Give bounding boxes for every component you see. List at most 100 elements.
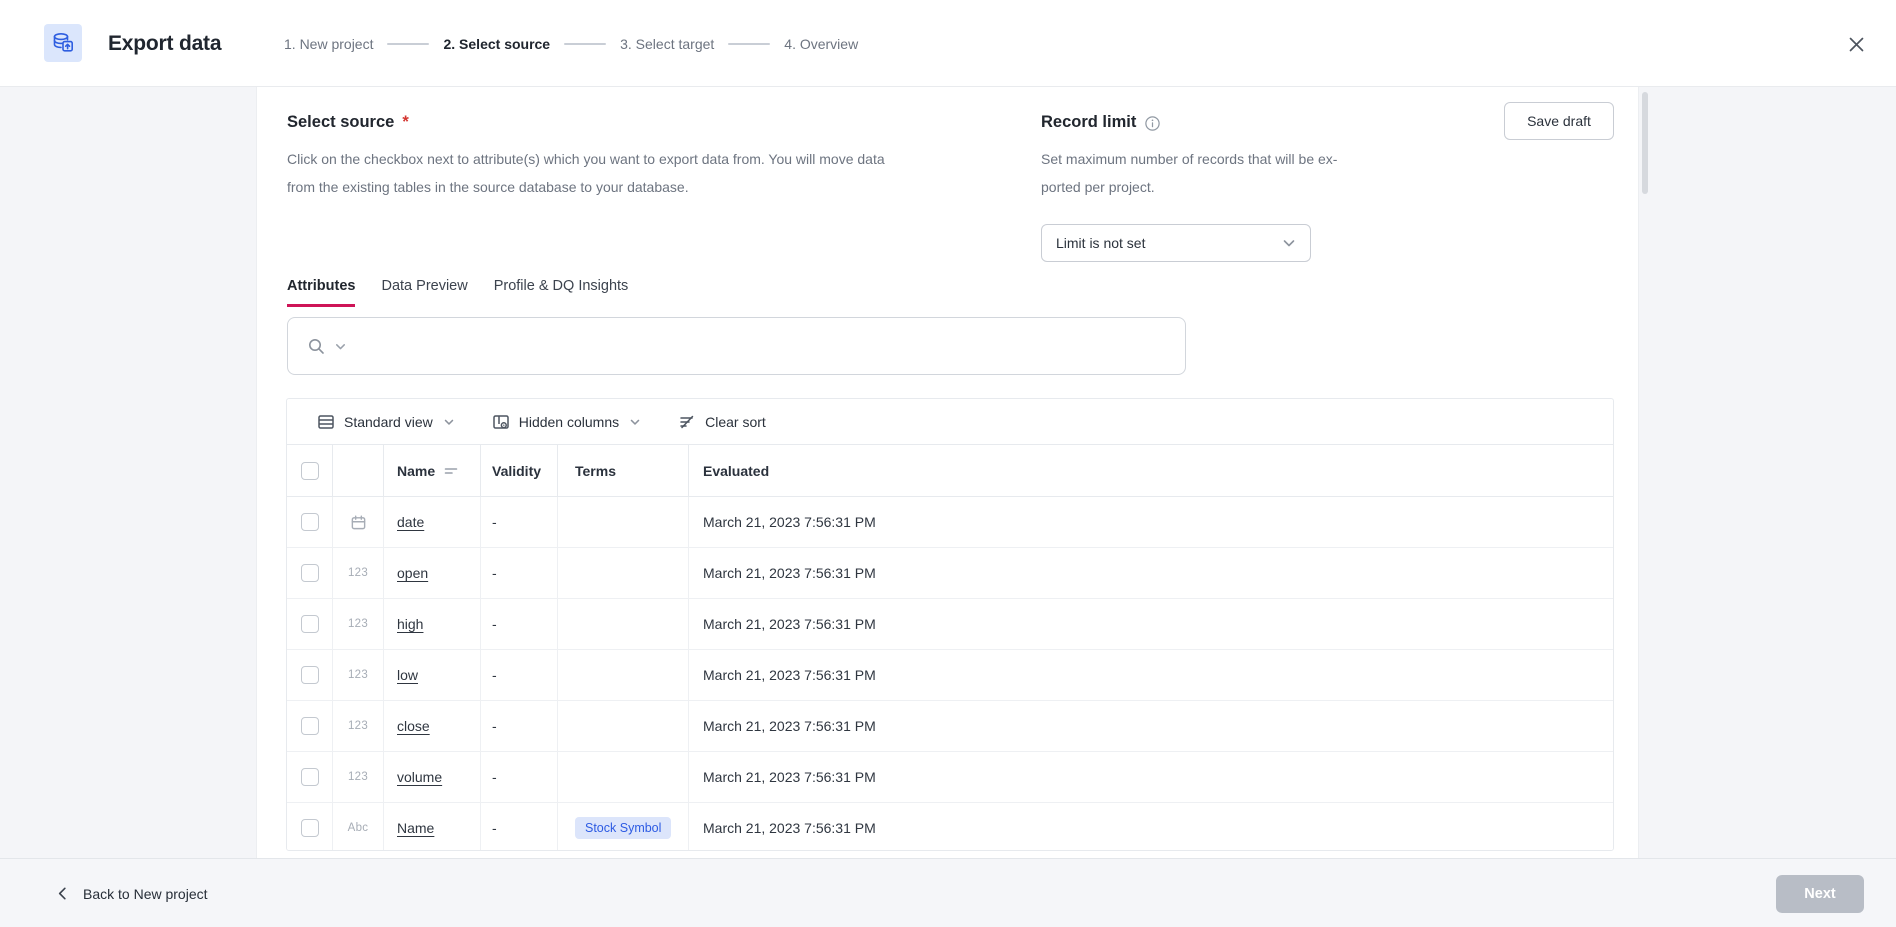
type-label: 123 <box>348 720 368 732</box>
select-source-description: Click on the checkbox next to attribute(… <box>287 145 885 201</box>
validity-cell: - <box>481 803 558 851</box>
main-panel: Select source * Click on the checkbox ne… <box>256 87 1639 858</box>
table-row: date - March 21, 2023 7:56:31 PM <box>287 497 1613 548</box>
name-cell: Name <box>384 803 481 851</box>
row-checkbox[interactable] <box>301 615 319 633</box>
record-limit-description: Set maximum number of records that will … <box>1041 145 1337 201</box>
terms-cell <box>558 701 689 751</box>
evaluated-cell: March 21, 2023 7:56:31 PM <box>689 752 1613 802</box>
save-draft-button[interactable]: Save draft <box>1504 102 1614 140</box>
name-column-header[interactable]: Name <box>384 445 481 496</box>
type-cell: 123 <box>333 701 384 751</box>
step-select-source: 2. Select source <box>443 36 550 52</box>
table-toolbar: Standard view Hidden columns <box>287 399 1613 445</box>
scrollbar-thumb[interactable] <box>1642 92 1648 194</box>
select-source-title: Select source <box>287 113 394 132</box>
database-export-icon <box>44 24 82 62</box>
name-cell: close <box>384 701 481 751</box>
sort-icon[interactable] <box>444 465 458 477</box>
clear-sort-control[interactable]: Clear sort <box>678 413 766 431</box>
hidden-columns-icon <box>492 413 510 431</box>
name-cell: volume <box>384 752 481 802</box>
step-new-project: 1. New project <box>284 36 373 52</box>
row-checkbox[interactable] <box>301 564 319 582</box>
table-row: 123close-March 21, 2023 7:56:31 PM <box>287 701 1613 752</box>
attribute-name-link[interactable]: low <box>397 667 418 683</box>
term-badge[interactable]: Stock Symbol <box>575 817 671 839</box>
type-cell: 123 <box>333 548 384 598</box>
next-button[interactable]: Next <box>1776 875 1864 913</box>
select-all-checkbox[interactable] <box>301 462 319 480</box>
attribute-name-link[interactable]: Name <box>397 820 434 836</box>
clear-sort-icon <box>678 413 696 431</box>
type-cell: 123 <box>333 752 384 802</box>
chevron-down-icon[interactable] <box>333 339 348 354</box>
type-label: 123 <box>348 567 368 579</box>
chevron-down-icon <box>1280 234 1298 252</box>
view-selector[interactable]: Standard view <box>317 413 456 431</box>
back-link-label: Back to New project <box>83 886 208 902</box>
terms-column-header: Terms <box>558 445 689 496</box>
type-label: 123 <box>348 669 368 681</box>
select-source-heading: Select source * <box>287 113 409 132</box>
attribute-name-link[interactable]: high <box>397 616 423 632</box>
search-input[interactable] <box>360 338 1171 355</box>
row-checkbox[interactable] <box>301 819 319 837</box>
type-label: Abc <box>348 822 369 834</box>
record-limit-select[interactable]: Limit is not set <box>1041 224 1311 262</box>
table-header-row: Name Validity Terms Evaluated <box>287 445 1613 497</box>
validity-column-header: Validity <box>481 445 558 496</box>
tab-attributes[interactable]: Attributes <box>287 278 355 307</box>
validity-cell: - <box>481 599 558 649</box>
validity-cell: - <box>481 497 558 547</box>
select-all-cell <box>287 445 333 496</box>
terms-cell: Stock Symbol <box>558 803 689 851</box>
evaluated-cell: March 21, 2023 7:56:31 PM <box>689 803 1613 851</box>
step-overview: 4. Overview <box>784 36 858 52</box>
row-checkbox[interactable] <box>301 717 319 735</box>
info-icon[interactable] <box>1144 115 1161 132</box>
chevron-left-icon <box>55 886 70 901</box>
terms-cell <box>558 650 689 700</box>
row-checkbox[interactable] <box>301 666 319 684</box>
back-to-new-project-link[interactable]: Back to New project <box>55 859 208 927</box>
step-connector <box>728 43 770 45</box>
attribute-name-link[interactable]: open <box>397 565 428 581</box>
hidden-columns-control[interactable]: Hidden columns <box>492 413 642 431</box>
table-row: 123high-March 21, 2023 7:56:31 PM <box>287 599 1613 650</box>
row-checkbox[interactable] <box>301 768 319 786</box>
type-cell: Abc <box>333 803 384 851</box>
attribute-name-link[interactable]: volume <box>397 769 442 785</box>
chevron-down-icon <box>628 415 642 429</box>
type-cell <box>333 497 384 547</box>
name-cell: open <box>384 548 481 598</box>
table-row: 123open-March 21, 2023 7:56:31 PM <box>287 548 1613 599</box>
table-view-icon <box>317 413 335 431</box>
checkbox-cell <box>287 701 333 751</box>
table-body: date - March 21, 2023 7:56:31 PM 123 open - Ma… <box>287 497 1613 851</box>
checkbox-cell <box>287 650 333 700</box>
page-title: Export data <box>108 0 221 87</box>
type-label: 123 <box>348 618 368 630</box>
footer-bar: Back to New project Next <box>0 858 1896 927</box>
name-column-label: Name <box>397 463 435 479</box>
tab-data-preview[interactable]: Data Preview <box>381 278 467 307</box>
evaluated-cell: March 21, 2023 7:56:31 PM <box>689 497 1613 547</box>
table-row: 123volume-March 21, 2023 7:56:31 PM <box>287 752 1613 803</box>
close-icon[interactable] <box>1836 24 1876 64</box>
attribute-name-link[interactable]: date <box>397 514 424 530</box>
calendar-icon <box>350 514 367 531</box>
table-row: Abc Name -Stock Symbol March 21, 2023 7:56:… <box>287 803 1613 851</box>
attribute-name-link[interactable]: close <box>397 718 430 734</box>
checkbox-cell <box>287 548 333 598</box>
record-limit-heading: Record limit <box>1041 113 1161 132</box>
table-row: 123low-March 21, 2023 7:56:31 PM <box>287 650 1613 701</box>
step-select-target: 3. Select target <box>620 36 714 52</box>
step-connector <box>564 43 606 45</box>
tab-profile-dq-insights[interactable]: Profile & DQ Insights <box>494 278 629 307</box>
type-column-header <box>333 445 384 496</box>
clear-sort-label: Clear sort <box>705 414 766 430</box>
terms-cell <box>558 599 689 649</box>
type-cell: 123 <box>333 650 384 700</box>
row-checkbox[interactable] <box>301 513 319 531</box>
